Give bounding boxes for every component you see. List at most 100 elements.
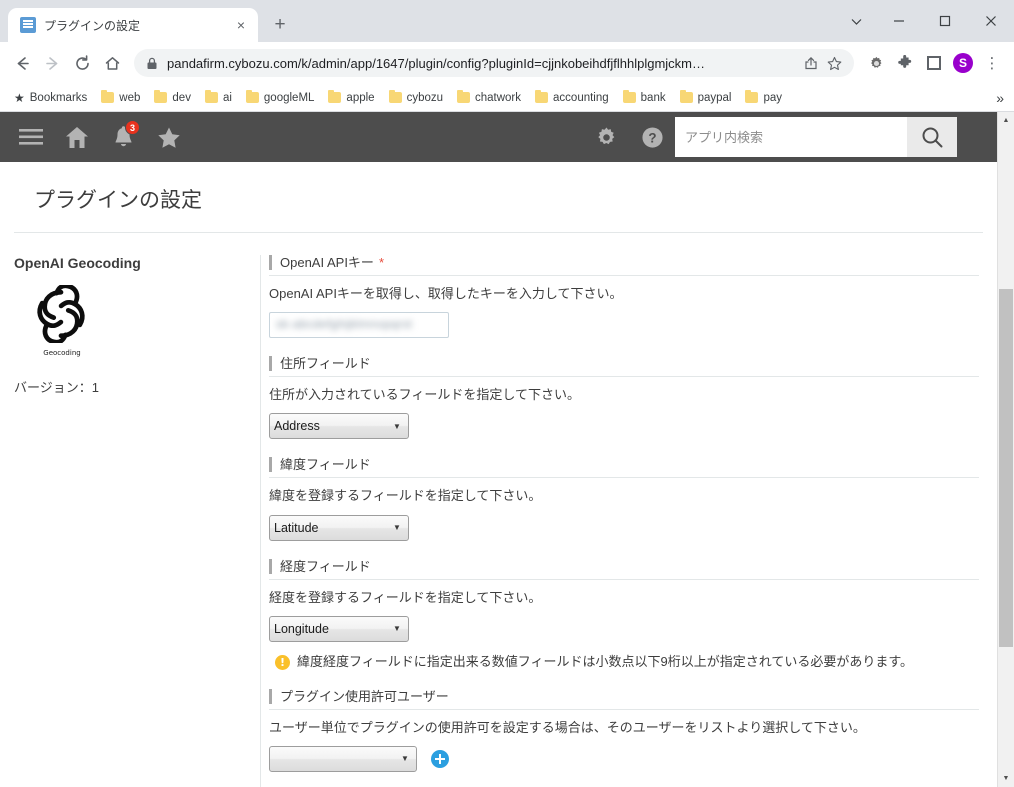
square-extension-icon[interactable] <box>920 49 948 77</box>
maximize-button[interactable] <box>922 5 968 37</box>
notifications-bell-icon[interactable]: 3 <box>100 112 146 162</box>
search-input[interactable] <box>675 117 907 157</box>
bookmark-label: googleML <box>263 91 315 104</box>
profile-avatar[interactable]: S <box>949 49 977 77</box>
bookmark-item-ai[interactable]: ai <box>199 89 238 107</box>
bookmark-label: paypal <box>697 91 732 104</box>
reload-icon <box>75 54 89 70</box>
folder-icon <box>204 90 218 103</box>
latitude-field-select[interactable]: Latitude ▼ <box>269 514 409 541</box>
page-scrollbar[interactable]: ▲ ▼ <box>997 112 1014 787</box>
bookmarks-star-icon: ★ <box>14 90 25 105</box>
field-description: OpenAI APIキーを取得し、取得したキーを入力して下さい。 <box>269 286 623 301</box>
folder-icon <box>101 90 115 103</box>
bookmark-item-paypal[interactable]: paypal <box>674 89 738 107</box>
hamburger-menu-icon[interactable] <box>8 112 54 162</box>
header-tail <box>957 112 997 162</box>
page-body: プラグインの設定 OpenAI Geocoding Geocoding バージョ… <box>0 162 997 787</box>
page-viewport: 3 ? アプリ内検索 プラグインの設定 OpenAI Geocoding Geo… <box>0 112 1014 787</box>
home-icon[interactable] <box>54 112 100 162</box>
bookmark-item-pay[interactable]: pay <box>739 89 788 107</box>
page-title: プラグインの設定 <box>14 162 983 233</box>
field-label-row: 住所フィールド <box>269 356 979 378</box>
scrollbar-thumb[interactable] <box>999 289 1013 647</box>
scroll-down-arrow-icon[interactable]: ▼ <box>998 770 1014 787</box>
bookmark-label: chatwork <box>475 91 522 104</box>
bookmark-label: dev <box>172 91 191 104</box>
api-key-input[interactable]: sk-abcdefghijklmnopqrst <box>269 312 449 339</box>
bookmark-item-web[interactable]: web <box>95 89 146 107</box>
close-tab-icon[interactable]: × <box>232 16 250 34</box>
bookmarks-bar: ★ Bookmarks web dev ai googleML apple cy… <box>0 84 1014 112</box>
gear-extension-icon[interactable] <box>862 49 890 77</box>
lock-icon <box>146 57 158 70</box>
browser-window: プラグインの設定 × + pandafirm.cybozu.com/k/admi… <box>0 0 1014 787</box>
bookmark-item-root[interactable]: ★ Bookmarks <box>8 88 93 108</box>
field-openai-api-key: OpenAI APIキー * OpenAI APIキーを取得し、取得したキーを入… <box>269 255 979 339</box>
kintone-page: 3 ? アプリ内検索 プラグインの設定 OpenAI Geocoding Geo… <box>0 112 997 787</box>
bookmark-item-accounting[interactable]: accounting <box>529 89 615 107</box>
close-window-button[interactable] <box>968 5 1014 37</box>
settings-gear-icon[interactable] <box>583 112 629 162</box>
api-key-value: sk-abcdefghijklmnopqrst <box>276 317 413 332</box>
longitude-field-select[interactable]: Longitude ▼ <box>269 615 409 642</box>
share-icon[interactable] <box>804 56 818 70</box>
bookmark-item-googleml[interactable]: googleML <box>240 89 321 107</box>
field-description: ユーザー単位でプラグインの使用許可を設定する場合は、そのユーザーをリストより選択… <box>269 719 866 735</box>
allowed-users-select[interactable]: ▼ <box>269 745 417 772</box>
favorites-star-icon[interactable] <box>146 112 192 162</box>
folder-icon <box>388 90 402 103</box>
reload-button[interactable] <box>68 49 96 77</box>
bookmarks-overflow-button[interactable]: » <box>996 90 1004 106</box>
chevron-down-icon: ▼ <box>393 624 401 634</box>
field-description: 緯度を登録するフィールドを指定して下さい。 <box>269 488 542 504</box>
bookmark-item-cybozu[interactable]: cybozu <box>383 89 449 107</box>
close-glyph <box>986 16 996 26</box>
bookmark-item-bank[interactable]: bank <box>617 89 672 107</box>
settings-content: OpenAI Geocoding Geocoding バージョン：1 OpenA… <box>0 233 997 787</box>
kintone-header: 3 ? <box>0 112 997 162</box>
tab-search-chevron-down-icon[interactable] <box>836 5 876 37</box>
forward-button[interactable] <box>38 49 66 77</box>
bookmark-label: cybozu <box>406 91 443 104</box>
arrow-right-icon <box>45 56 57 70</box>
field-label: プラグイン使用許可ユーザー <box>269 688 449 704</box>
browser-tab[interactable]: プラグインの設定 × <box>8 8 258 42</box>
bookmark-item-apple[interactable]: apple <box>322 89 380 107</box>
chevron-down-glyph <box>851 18 861 25</box>
home-button[interactable] <box>98 49 126 77</box>
bookmark-item-dev[interactable]: dev <box>148 89 197 107</box>
new-tab-button[interactable]: + <box>266 11 294 39</box>
avatar-initial: S <box>953 53 973 73</box>
bookmark-item-chatwork[interactable]: chatwork <box>451 89 527 107</box>
bookmark-label: accounting <box>553 91 609 104</box>
field-label: 住所フィールド <box>269 356 371 372</box>
field-label-row: プラグイン使用許可ユーザー <box>269 688 979 710</box>
folder-icon <box>745 90 759 103</box>
folder-icon <box>457 90 470 103</box>
puzzle-icon[interactable] <box>891 49 919 77</box>
search-button[interactable] <box>907 117 957 157</box>
field-label-row: 緯度フィールド <box>269 457 979 479</box>
minimize-button[interactable] <box>876 5 922 37</box>
app-search <box>675 112 957 162</box>
scrollbar-track[interactable] <box>998 129 1014 770</box>
back-button[interactable] <box>8 49 36 77</box>
chevron-down-icon: ▼ <box>393 523 401 533</box>
help-icon[interactable]: ? <box>629 112 675 162</box>
add-user-button[interactable] <box>431 749 449 768</box>
chevron-down-icon: ▼ <box>393 421 401 431</box>
bookmark-star-icon[interactable] <box>827 56 842 71</box>
folder-icon <box>245 90 259 103</box>
chevron-down-icon: ▼ <box>401 754 409 764</box>
settings-form: OpenAI APIキー * OpenAI APIキーを取得し、取得したキーを入… <box>260 255 997 787</box>
address-bar[interactable]: pandafirm.cybozu.com/k/admin/app/1647/pl… <box>134 49 854 77</box>
address-field-select[interactable]: Address ▼ <box>269 413 409 440</box>
svg-text:?: ? <box>648 130 656 145</box>
scroll-up-arrow-icon[interactable]: ▲ <box>998 112 1014 129</box>
select-value: Longitude <box>274 621 329 636</box>
field-description: 住所が入力されているフィールドを指定して下さい。 <box>269 387 580 403</box>
chrome-menu-button[interactable]: ⋮ <box>978 49 1006 77</box>
